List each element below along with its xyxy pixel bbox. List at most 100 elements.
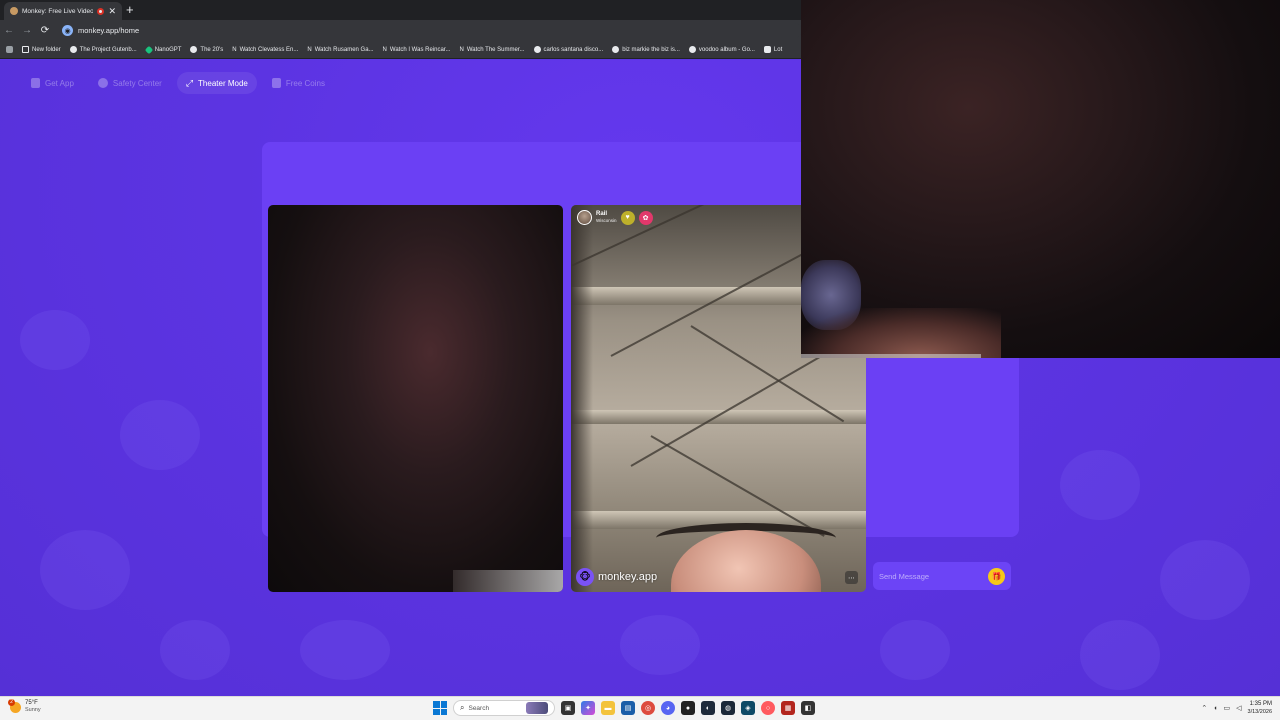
notification-badge: 2	[8, 698, 15, 706]
bookmark-item[interactable]: The Project Gutenb...	[69, 46, 137, 53]
tab-close-button[interactable]: ✕	[108, 6, 116, 16]
peer-name: Rail	[596, 211, 608, 217]
peer-location: Wisconsin	[596, 218, 617, 223]
new-tab-button[interactable]: +	[126, 2, 134, 18]
heart-icon[interactable]: ♥	[620, 210, 635, 225]
taskbar: 2 75°F Sunny ⌕ Search ▣ ✦ ▬ ▤ ◎ ◕ ● ◐ ◍ …	[0, 696, 1280, 720]
peer-text: Rail Wisconsin	[596, 211, 617, 224]
shield-icon	[97, 78, 108, 88]
reload-button[interactable]: ⟳	[36, 25, 54, 36]
background-blob	[620, 615, 700, 675]
windows-start-icon[interactable]	[433, 701, 447, 715]
bookmark-item[interactable]: carlos santana disco...	[533, 46, 603, 53]
weather-condition: Sunny	[25, 707, 41, 713]
send-message-input[interactable]: Send Message 🎁	[873, 562, 1011, 590]
bookmark-item[interactable]: NanoGPT	[144, 45, 181, 54]
n-icon: N	[232, 46, 237, 53]
bookmark-item[interactable]: N Watch Clevatess En...	[232, 47, 298, 53]
taskbar-search[interactable]: ⌕ Search	[453, 700, 555, 716]
chevron-up-icon[interactable]: ⌃	[1201, 704, 1207, 712]
background-blob	[120, 400, 200, 470]
tab-title: Monkey: Free Live Video Ch	[22, 7, 94, 15]
address-url: monkey.app/home	[78, 26, 140, 35]
top-nav: Get App Safety Center ⤢ Theater Mode Fre…	[22, 72, 334, 94]
theater-mode-button[interactable]: ⤢ Theater Mode	[176, 72, 257, 94]
weather-temp: 75°F	[25, 700, 38, 706]
peer-avatar[interactable]	[577, 210, 592, 225]
clock-time: 1:35 PM	[1249, 701, 1272, 707]
microphone-icon[interactable]: ◖	[1213, 705, 1217, 712]
n-icon: N	[307, 46, 312, 53]
address-bar[interactable]: ◉ monkey.app/home	[62, 23, 802, 38]
volume-icon[interactable]: ◁	[1236, 704, 1241, 712]
app-icon[interactable]: ◐	[701, 701, 715, 715]
globe-icon	[190, 46, 198, 53]
app-icon[interactable]: ▦	[781, 701, 795, 715]
clock-date: 3/13/2026	[1247, 709, 1272, 715]
background-blob	[160, 620, 230, 680]
coins-icon	[271, 78, 281, 88]
bookmark-item[interactable]: N Watch I Was Reincar...	[383, 47, 451, 53]
phone-icon	[31, 78, 40, 88]
sun-icon: 2	[8, 698, 21, 713]
monkey-logo-icon: 🐵	[576, 568, 594, 586]
gift-button-icon[interactable]: 🎁	[988, 567, 1005, 585]
search-icon: ⌕	[460, 703, 465, 712]
self-video-tile	[268, 205, 563, 592]
bookmark-item[interactable]: New folder	[22, 46, 61, 53]
site-info-icon[interactable]: ◉	[62, 25, 73, 36]
apps-icon	[763, 46, 771, 53]
video-shirt-edge	[453, 570, 563, 592]
chat-toggle-icon[interactable]: ⋯	[845, 571, 858, 584]
background-blob	[20, 310, 90, 370]
google-icon	[533, 46, 541, 53]
background-blob	[300, 620, 390, 680]
bookmark-item[interactable]: voodoo album - Go...	[688, 46, 755, 53]
discord-icon[interactable]: ◕	[661, 701, 675, 715]
taskbar-apps: ⌕ Search ▣ ✦ ▬ ▤ ◎ ◕ ● ◐ ◍ ◈ ○ ▦ ◧	[433, 700, 815, 716]
background-blob	[1080, 620, 1160, 690]
search-label: Search	[468, 704, 490, 712]
google-icon	[688, 46, 696, 53]
bookmark-item[interactable]: N Watch The Summer...	[459, 47, 524, 53]
n-icon: N	[382, 46, 387, 53]
watermark-text: monkey.app	[598, 571, 658, 583]
obs-icon[interactable]: ●	[681, 701, 695, 715]
bookmark-item[interactable]: Lot	[763, 46, 782, 53]
video-beam	[571, 410, 866, 424]
network-icon[interactable]: ▭	[1224, 704, 1231, 712]
free-coins-link[interactable]: Free Coins	[263, 72, 334, 94]
back-button[interactable]: ←	[0, 25, 18, 36]
bookmark-item[interactable]: The 20's	[190, 46, 223, 53]
floating-camera-overlay[interactable]	[801, 0, 1280, 358]
store-icon[interactable]: ▤	[621, 701, 635, 715]
bookmark-item[interactable]: biz markie the biz is...	[612, 46, 680, 53]
folder-icon	[22, 46, 29, 53]
gift-icon[interactable]: ✿	[638, 210, 653, 225]
bookmark-item[interactable]: N Watch Rusamen Ga...	[307, 47, 373, 53]
search-highlight-image	[526, 702, 548, 714]
n-icon: N	[459, 46, 464, 53]
safety-center-link[interactable]: Safety Center	[89, 72, 171, 94]
recording-indicator-icon	[97, 7, 105, 15]
clock[interactable]: 1:35 PM 3/13/2026	[1248, 700, 1272, 716]
copilot-icon[interactable]: ✦	[581, 701, 595, 715]
get-app-link[interactable]: Get App	[22, 72, 83, 94]
vs-icon[interactable]: ◧	[801, 701, 815, 715]
file-explorer-icon[interactable]: ▬	[601, 701, 615, 715]
globe-icon	[69, 46, 77, 53]
browser-tab[interactable]: Monkey: Free Live Video Ch ✕	[4, 2, 122, 20]
app-icon[interactable]: ◈	[741, 701, 755, 715]
monkey-favicon-icon	[10, 7, 18, 15]
background-blob	[1160, 540, 1250, 620]
weather-widget[interactable]: 2 75°F Sunny	[8, 698, 41, 714]
opera-icon[interactable]: ○	[761, 701, 775, 715]
background-blob	[40, 530, 130, 610]
chrome-icon[interactable]: ◎	[641, 701, 655, 715]
task-view-icon[interactable]: ▣	[561, 701, 575, 715]
apps-grid-icon[interactable]	[6, 46, 13, 53]
steam-icon[interactable]: ◍	[721, 701, 735, 715]
forward-button[interactable]: →	[18, 25, 36, 36]
weather-text: 75°F Sunny	[25, 700, 41, 714]
expand-icon: ⤢	[185, 77, 194, 88]
